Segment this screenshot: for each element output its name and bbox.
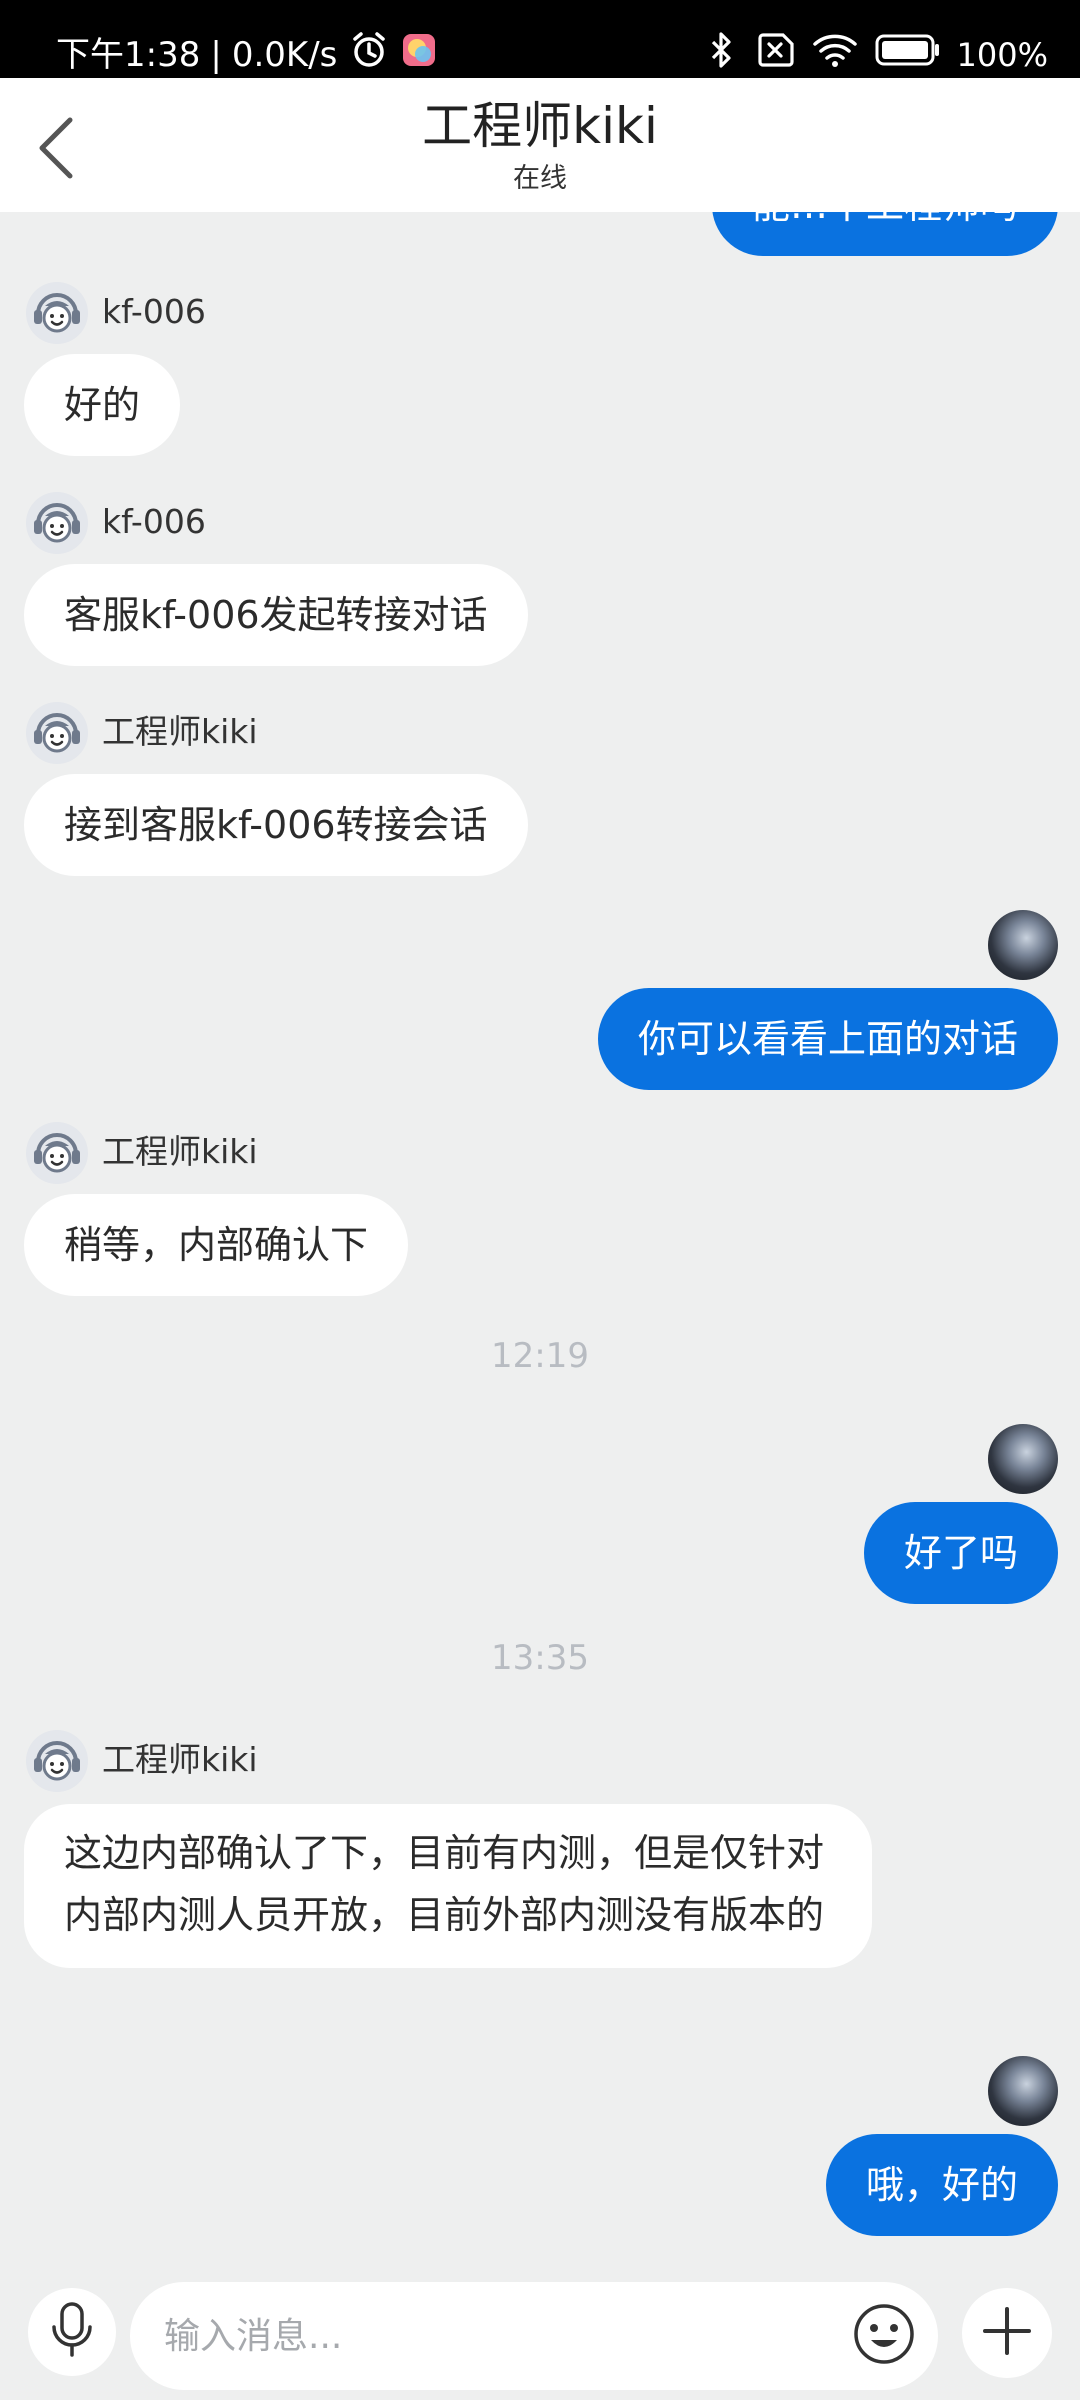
timestamp: 13:35	[491, 1638, 589, 1678]
message-text: 你可以看看上面的对话	[637, 1017, 1018, 1061]
outgoing-bubble[interactable]: 哦，好的	[825, 2134, 1058, 2236]
emoji-icon	[852, 2302, 916, 2370]
emoji-button[interactable]	[850, 2302, 918, 2370]
battery-percent: 100%	[956, 35, 1048, 74]
status-time: 下午1:38	[56, 34, 201, 75]
incoming-bubble[interactable]: 客服kf-006发起转接对话	[24, 564, 528, 666]
chat-header: 工程师kiki 在线	[0, 78, 1080, 212]
user-avatar[interactable]	[988, 2056, 1058, 2126]
message-text: 客服kf-006发起转接对话	[64, 593, 488, 637]
outgoing-bubble[interactable]: 能…不工程师吗	[711, 212, 1058, 256]
user-avatar[interactable]	[988, 910, 1058, 980]
network-speed: 0.0K/s	[231, 34, 338, 75]
no-sim-icon	[753, 32, 811, 77]
voice-button[interactable]	[28, 2288, 116, 2376]
message-input[interactable]	[130, 2282, 938, 2390]
battery-icon	[875, 33, 957, 76]
agent-headset-icon	[26, 492, 88, 554]
sender-name: kf-006	[102, 292, 206, 331]
sender-name: 工程师kiki	[102, 712, 258, 751]
page-title: 工程师kiki	[422, 97, 658, 155]
online-status: 在线	[513, 163, 567, 194]
user-avatar[interactable]	[988, 1424, 1058, 1494]
microphone-icon	[50, 2301, 94, 2363]
message-text: 好的	[64, 383, 141, 427]
agent-headset-icon	[26, 1122, 88, 1184]
chat-messages[interactable]: 能…不工程师吗 kf-006 好的 kf-006 客服kf-006发起转接对话 …	[0, 212, 1080, 2272]
agent-avatar[interactable]	[26, 1122, 88, 1184]
status-right: 100%	[707, 30, 1048, 79]
outgoing-bubble[interactable]: 好了吗	[863, 1502, 1058, 1604]
sender-name: kf-006	[102, 502, 206, 541]
bluetooth-icon	[707, 30, 753, 79]
input-bar	[0, 2272, 1080, 2400]
outgoing-bubble[interactable]: 你可以看看上面的对话	[597, 988, 1058, 1090]
incoming-bubble[interactable]: 好的	[24, 354, 181, 456]
agent-avatar[interactable]	[26, 702, 88, 764]
status-bar: 下午1:38 | 0.0K/s 100%	[0, 0, 1080, 78]
message-text: 接到客服kf-006转接会话	[64, 803, 488, 847]
message-text: 好了吗	[903, 1531, 1018, 1575]
agent-headset-icon	[26, 702, 88, 764]
agent-avatar[interactable]	[26, 1730, 88, 1792]
message-text: 这边内部确认了下，目前有内测，但是仅针对内部内测人员开放，目前外部内测没有版本的	[64, 1831, 825, 1937]
sender-name: 工程师kiki	[102, 1132, 258, 1171]
agent-avatar[interactable]	[26, 492, 88, 554]
agent-avatar[interactable]	[26, 282, 88, 344]
incoming-bubble[interactable]: 稍等，内部确认下	[24, 1194, 409, 1296]
timestamp: 12:19	[491, 1336, 589, 1376]
more-options-button[interactable]	[962, 2288, 1052, 2378]
status-separator: |	[210, 34, 222, 75]
message-text: 能…不工程师吗	[752, 212, 1018, 227]
gallery-app-icon	[401, 32, 437, 77]
agent-headset-icon	[26, 1730, 88, 1792]
message-text: 稍等，内部确认下	[64, 1223, 369, 1267]
wifi-icon	[811, 30, 875, 79]
status-left: 下午1:38 | 0.0K/s	[56, 30, 437, 79]
agent-headset-icon	[26, 282, 88, 344]
incoming-bubble[interactable]: 这边内部确认了下，目前有内测，但是仅针对内部内测人员开放，目前外部内测没有版本的	[24, 1804, 872, 1968]
message-text: 哦，好的	[865, 2163, 1018, 2207]
incoming-bubble[interactable]: 接到客服kf-006转接会话	[24, 774, 528, 876]
sender-name: 工程师kiki	[102, 1740, 258, 1779]
plus-icon	[981, 2305, 1033, 2361]
alarm-icon	[349, 30, 389, 79]
